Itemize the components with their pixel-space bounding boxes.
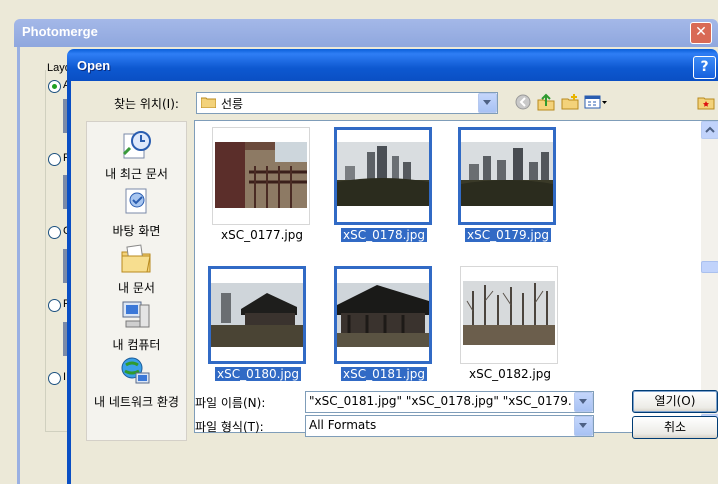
layout-radio-label: I <box>63 371 67 383</box>
chevron-down-icon[interactable] <box>478 93 497 113</box>
place-label: 내 네트워크 환경 <box>94 395 179 409</box>
place-my-computer[interactable]: 내 컴퓨터 <box>87 297 186 355</box>
layout-radio-cylindrical[interactable] <box>48 226 61 239</box>
folder-icon <box>201 97 216 108</box>
file-type-dropdown[interactable]: All Formats <box>305 415 594 437</box>
file-name-value: "xSC_0181.jpg" "xSC_0178.jpg" "xSC_0179.… <box>309 394 571 408</box>
dialog-title: Open <box>77 58 111 73</box>
file-item-selected[interactable]: xSC_0181.jpg <box>334 266 434 384</box>
file-thumbnail-image <box>215 142 307 208</box>
file-item[interactable]: xSC_0182.jpg <box>460 266 560 384</box>
file-thumbnail <box>334 127 432 225</box>
favorites-folder-icon[interactable] <box>697 93 715 111</box>
file-name: xSC_0178.jpg <box>340 228 428 242</box>
my-computer-icon <box>122 301 150 328</box>
layout-radio-interactive[interactable] <box>48 372 61 385</box>
back-icon[interactable] <box>514 93 532 111</box>
place-recent-documents[interactable]: 내 최근 문서 <box>87 126 186 184</box>
dialog-border <box>67 81 71 484</box>
file-thumbnail <box>334 266 432 364</box>
file-thumbnail-image <box>211 283 303 347</box>
photomerge-titlebar[interactable]: Photomerge ✕ <box>14 19 718 47</box>
help-icon[interactable]: ? <box>693 56 716 79</box>
file-name: xSC_0177.jpg <box>220 228 304 242</box>
file-type-value: All Formats <box>309 418 377 432</box>
file-thumbnail <box>458 127 556 225</box>
close-icon[interactable]: ✕ <box>690 22 712 44</box>
layout-radio-auto[interactable] <box>48 80 61 93</box>
place-label: 내 문서 <box>118 281 155 295</box>
places-bar: 내 최근 문서 바탕 화면 내 문서 내 컴퓨터 내 네트워크 환경 <box>86 121 187 441</box>
look-in-value: 선릉 <box>221 97 244 111</box>
scroll-thumb[interactable] <box>701 261 718 273</box>
recent-documents-icon <box>122 131 151 159</box>
file-list-view[interactable]: xSC_0177.jpg xSC_0178.jpg xSC_0179.jpg x… <box>194 120 718 433</box>
look-in-dropdown[interactable]: 선릉 <box>196 92 498 114</box>
file-name: xSC_0179.jpg <box>464 228 552 242</box>
file-name-label: 파일 이름(N): <box>195 396 266 410</box>
new-folder-icon[interactable] <box>561 93 579 111</box>
place-label: 내 컴퓨터 <box>112 338 161 352</box>
file-item-selected[interactable]: xSC_0180.jpg <box>208 266 308 384</box>
desktop-icon <box>125 188 147 214</box>
file-thumbnail <box>460 266 558 364</box>
my-documents-icon <box>121 244 151 273</box>
file-item-selected[interactable]: xSC_0179.jpg <box>458 127 558 245</box>
chevron-down-icon[interactable] <box>574 392 593 412</box>
open-button[interactable]: 열기(O) <box>632 390 718 413</box>
file-thumbnail <box>208 266 306 364</box>
views-menu-icon[interactable] <box>584 93 608 111</box>
file-name: xSC_0180.jpg <box>214 367 302 381</box>
look-in-label: 찾는 위치(I): <box>114 97 179 111</box>
file-name: xSC_0181.jpg <box>340 367 428 381</box>
layout-radio-reposition[interactable] <box>48 299 61 312</box>
up-folder-icon[interactable] <box>537 93 555 111</box>
file-type-label: 파일 형식(T): <box>195 420 264 434</box>
file-thumbnail-image <box>337 283 429 347</box>
file-thumbnail-image <box>461 142 553 206</box>
file-thumbnail-image <box>463 281 555 345</box>
vertical-scrollbar[interactable] <box>701 121 718 432</box>
chevron-down-icon[interactable] <box>574 416 593 436</box>
open-dialog-titlebar[interactable]: Open ? <box>67 49 718 81</box>
place-label: 내 최근 문서 <box>105 167 168 181</box>
file-name: xSC_0182.jpg <box>468 367 552 381</box>
open-dialog: Open ? 찾는 위치(I): 선릉 내 최근 문서 바탕 화면 내 문서 내… <box>67 49 718 484</box>
photomerge-title: Photomerge <box>22 24 98 39</box>
cancel-button[interactable]: 취소 <box>632 416 718 439</box>
place-network[interactable]: 내 네트워크 환경 <box>87 354 186 412</box>
place-desktop[interactable]: 바탕 화면 <box>87 183 186 241</box>
file-item-selected[interactable]: xSC_0178.jpg <box>334 127 434 245</box>
network-icon <box>121 357 150 384</box>
place-my-documents[interactable]: 내 문서 <box>87 240 186 298</box>
layout-radio-perspective[interactable] <box>48 153 61 166</box>
chevron-up-icon <box>705 126 715 133</box>
file-name-field[interactable]: "xSC_0181.jpg" "xSC_0178.jpg" "xSC_0179.… <box>305 391 594 413</box>
file-item[interactable]: xSC_0177.jpg <box>212 127 312 245</box>
place-label: 바탕 화면 <box>112 224 161 238</box>
scroll-up-button[interactable] <box>701 121 718 139</box>
file-thumbnail-image <box>337 142 429 206</box>
file-thumbnail <box>212 127 310 225</box>
